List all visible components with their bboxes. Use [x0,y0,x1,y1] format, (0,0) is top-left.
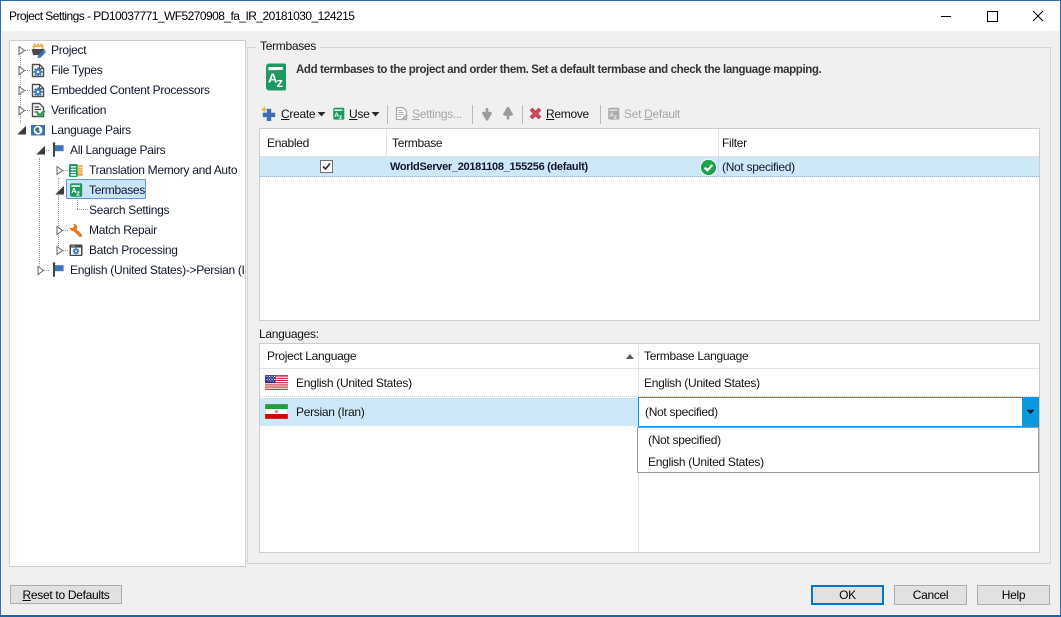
svg-text:z: z [277,75,284,90]
